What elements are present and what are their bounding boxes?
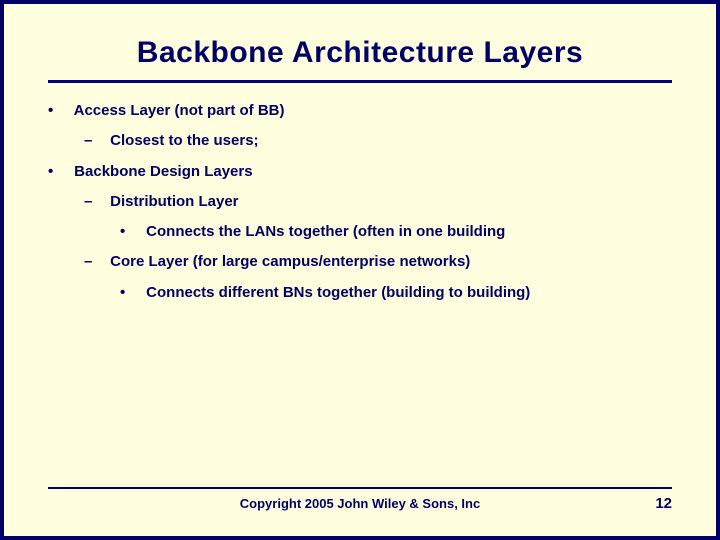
- copyright-text: Copyright 2005 John Wiley & Sons, Inc: [88, 496, 632, 511]
- footer-row: Copyright 2005 John Wiley & Sons, Inc 12: [48, 495, 672, 512]
- footer-rule: [48, 487, 672, 489]
- bullet-text: Connects different BNs together (buildin…: [146, 284, 530, 301]
- slide-footer: Copyright 2005 John Wiley & Sons, Inc 12: [48, 487, 672, 512]
- slide-title: Backbone Architecture Layers: [4, 4, 716, 80]
- bullet-text: Core Layer (for large campus/enterprise …: [110, 253, 470, 270]
- bullet-text: Closest to the users;: [110, 132, 258, 149]
- bullet-text: Access Layer (not part of BB): [74, 102, 285, 119]
- bullet-text: Distribution Layer: [110, 193, 238, 210]
- bullet-connects-lans: Connects the LANs together (often in one…: [48, 222, 672, 242]
- bullet-access-layer: Access Layer (not part of BB): [48, 101, 672, 121]
- slide-body: Access Layer (not part of BB) Closest to…: [4, 83, 716, 303]
- bullet-connects-bns: Connects different BNs together (buildin…: [48, 283, 672, 303]
- slide: Backbone Architecture Layers Access Laye…: [4, 4, 716, 536]
- bullet-closest-users: Closest to the users;: [48, 131, 672, 151]
- bullet-distribution-layer: Distribution Layer: [48, 192, 672, 212]
- bullet-core-layer: Core Layer (for large campus/enterprise …: [48, 252, 672, 272]
- page-number: 12: [632, 495, 672, 512]
- bullet-backbone-design: Backbone Design Layers: [48, 162, 672, 182]
- bullet-text: Backbone Design Layers: [74, 163, 252, 180]
- bullet-text: Connects the LANs together (often in one…: [146, 223, 505, 240]
